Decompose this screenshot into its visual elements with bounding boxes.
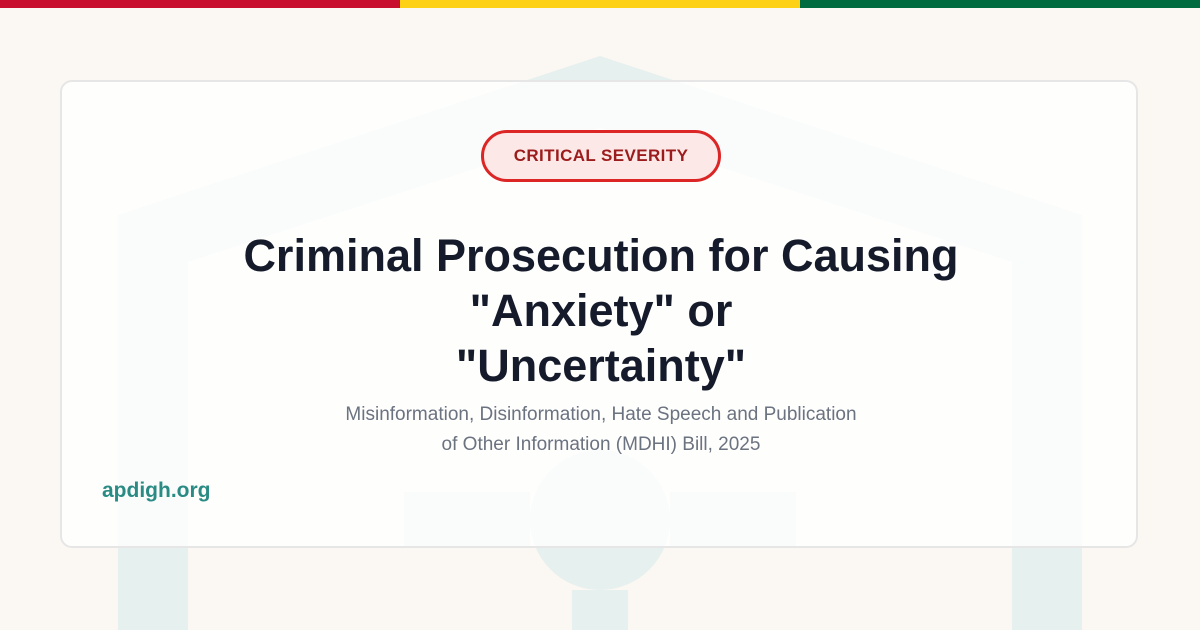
severity-badge: CRITICAL SEVERITY [481,130,721,182]
bill-subtitle: Misinformation, Disinformation, Hate Spe… [345,404,857,455]
page-title: Criminal Prosecution for Causing "Anxiet… [243,230,959,391]
site-link[interactable]: apdigh.org [102,479,211,503]
content-card: CRITICAL SEVERITY Criminal Prosecution f… [60,80,1138,548]
severity-badge-label: CRITICAL SEVERITY [513,146,689,165]
